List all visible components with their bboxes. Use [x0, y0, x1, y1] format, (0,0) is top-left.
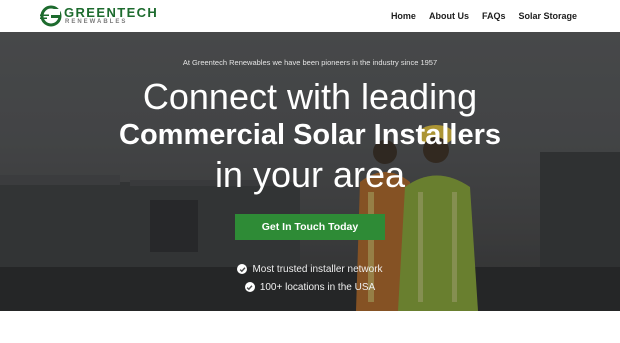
headline-line-1: Connect with leading — [142, 76, 478, 117]
below-hero-section — [0, 311, 620, 343]
logo-subtitle: RENEWABLES — [65, 19, 128, 25]
g-logo-icon — [40, 5, 62, 27]
top-navbar: GREENTECH RENEWABLES Home About Us FAQs … — [0, 0, 620, 32]
headline-line-2: Commercial Solar Installers — [119, 119, 501, 151]
hero-section: At Greentech Renewables we have been pio… — [0, 32, 620, 311]
logo-wordmark: GREENTECH — [64, 5, 159, 20]
feature-item: 100+ locations in the USA — [0, 278, 620, 296]
nav-link-solar-storage[interactable]: Solar Storage — [518, 11, 577, 21]
check-circle-icon — [244, 282, 255, 292]
main-nav: Home About Us FAQs Solar Storage — [391, 0, 577, 32]
feature-list: Most trusted installer network 100+ loca… — [0, 260, 620, 296]
logo[interactable]: GREENTECH RENEWABLES — [40, 5, 159, 27]
nav-link-home[interactable]: Home — [391, 11, 416, 21]
nav-link-faqs[interactable]: FAQs — [482, 11, 506, 21]
get-in-touch-button[interactable]: Get In Touch Today — [235, 214, 385, 240]
feature-item: Most trusted installer network — [0, 260, 620, 278]
feature-text: Most trusted installer network — [252, 263, 383, 275]
hero-headline: Connect with leading Commercial Solar In… — [0, 77, 620, 194]
check-circle-icon — [237, 264, 248, 274]
nav-link-about-us[interactable]: About Us — [429, 11, 469, 21]
feature-text: 100+ locations in the USA — [259, 281, 376, 293]
headline-line-3: in your area — [214, 154, 406, 195]
hero-tagline: At Greentech Renewables we have been pio… — [182, 58, 438, 67]
